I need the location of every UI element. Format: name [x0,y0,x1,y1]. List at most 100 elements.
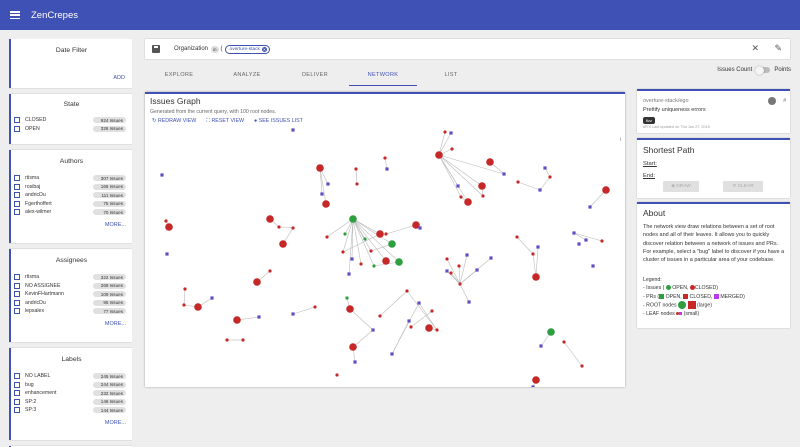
pr-node[interactable] [449,131,453,135]
filter-row[interactable]: Fgerthoffert 75 Issues [11,200,132,209]
pr-node[interactable] [572,231,576,235]
pr-node[interactable] [489,256,493,260]
pr-node[interactable] [502,172,506,176]
leaf-issue-node[interactable] [372,264,376,268]
leaf-issue-node[interactable] [182,303,186,307]
leaf-issue-node[interactable] [459,195,463,199]
redraw-view-button[interactable]: ↻ REDRAW VIEW [152,118,196,125]
pr-node[interactable] [577,242,581,246]
checkbox[interactable] [14,381,20,388]
root-issue-node[interactable] [532,376,540,384]
leaf-issue-node[interactable] [458,282,462,286]
leaf-issue-node[interactable] [409,325,413,329]
leaf-issue-node[interactable] [359,262,363,266]
pr-node[interactable] [407,319,411,323]
pr-node[interactable] [475,268,479,272]
root-issue-node[interactable] [602,186,610,194]
pr-node[interactable] [160,173,164,177]
draw-button[interactable]: ◈ DRAW [663,181,699,192]
root-issue-node[interactable] [376,230,384,238]
leaf-issue-node[interactable] [341,250,345,254]
checkbox[interactable] [14,117,20,124]
pr-node[interactable] [588,205,592,209]
filter-row[interactable]: enhancement 232 Issues [11,389,132,398]
root-issue-node[interactable] [233,316,241,324]
tab-explore[interactable]: EXPLORE [145,64,213,86]
pr-node[interactable] [291,128,295,132]
root-issue-node[interactable] [547,328,555,336]
end-node-field[interactable]: End: [643,173,655,179]
pr-node[interactable] [445,269,449,273]
issue-repo[interactable]: overture-stack/ego [643,98,689,104]
pr-node[interactable] [326,182,330,186]
filter-row[interactable]: rosibaj 166 Issues [11,183,132,192]
pr-node[interactable] [467,300,471,304]
root-issue-node[interactable] [464,198,472,206]
leaf-issue-node[interactable] [481,194,485,198]
pr-node[interactable] [465,253,469,257]
pr-node[interactable] [257,315,261,319]
pr-node[interactable] [538,188,542,192]
leaf-issue-node[interactable] [313,305,317,309]
leaf-issue-node[interactable] [378,314,382,318]
leaf-issue-node[interactable] [531,252,535,256]
pr-node[interactable] [320,192,324,196]
pr-node[interactable] [347,272,351,276]
checkbox[interactable] [14,183,20,190]
root-issue-node[interactable] [486,158,494,166]
filter-row[interactable]: OPEN 326 Issues [11,125,132,134]
filter-row[interactable]: andricDu 95 Issues [11,299,132,308]
query-value-chip[interactable]: overture-stack ✕ [224,44,270,54]
leaf-issue-node[interactable] [516,180,520,184]
root-issue-node[interactable] [346,305,354,313]
clear-query-icon[interactable]: ✕ [751,43,759,54]
pr-node[interactable] [536,245,540,249]
leaf-issue-node[interactable] [164,219,168,223]
root-issue-node[interactable] [316,164,324,172]
filter-row[interactable]: NO ASSIGNEE 269 Issues [11,282,132,291]
tab-deliver[interactable]: DELIVER [281,64,349,86]
leaf-issue-node[interactable] [457,264,461,268]
issue-card[interactable]: overture-stack/ego # Prettify uniqueness… [637,89,790,133]
root-issue-node[interactable] [253,278,261,286]
leaf-issue-node[interactable] [548,175,552,179]
filter-row[interactable]: NO LABEL 245 Issues [11,372,132,381]
checkbox[interactable] [14,282,20,289]
reset-view-button[interactable]: ⛶ RESET VIEW [206,118,244,125]
pr-node[interactable] [165,252,169,256]
leaf-issue-node[interactable] [291,226,295,230]
root-issue-node[interactable] [322,200,330,208]
clear-button[interactable]: ✕ CLEAR [723,181,763,192]
pr-node[interactable] [584,238,588,242]
leaf-issue-node[interactable] [384,232,388,236]
chip-close-icon[interactable]: ✕ [261,46,267,52]
tab-network[interactable]: NETWORK [349,64,417,86]
leaf-issue-node[interactable] [600,239,604,243]
leaf-issue-node[interactable] [383,156,387,160]
pr-node[interactable] [591,264,595,268]
filter-row[interactable]: SP:3 144 Issues [11,406,132,415]
root-issue-node[interactable] [279,240,287,248]
filter-row[interactable]: rtisma 322 Issues [11,273,132,282]
root-issue-node[interactable] [382,257,390,265]
query-operator[interactable]: in [211,45,219,53]
checkbox[interactable] [14,175,20,182]
leaf-issue-node[interactable] [354,167,358,171]
filter-row[interactable]: CLOSED 924 Issues [11,116,132,125]
save-icon[interactable] [152,45,160,53]
leaf-issue-node[interactable] [355,182,359,186]
root-issue-node[interactable] [532,273,540,281]
checkbox[interactable] [14,373,20,380]
leaf-issue-node[interactable] [335,373,339,377]
root-issue-node[interactable] [266,215,274,223]
root-issue-node[interactable] [349,215,357,223]
root-issue-node[interactable] [425,324,433,332]
filter-row[interactable]: alex-wilmer 70 Issues [11,208,132,217]
checkbox[interactable] [14,407,20,414]
labels-more-button[interactable]: MORE... [11,415,132,426]
leaf-issue-node[interactable] [515,235,519,239]
checkbox[interactable] [14,390,20,397]
edit-query-icon[interactable]: ✎ [774,43,782,54]
menu-icon[interactable] [10,11,20,19]
pr-node[interactable] [390,352,394,356]
